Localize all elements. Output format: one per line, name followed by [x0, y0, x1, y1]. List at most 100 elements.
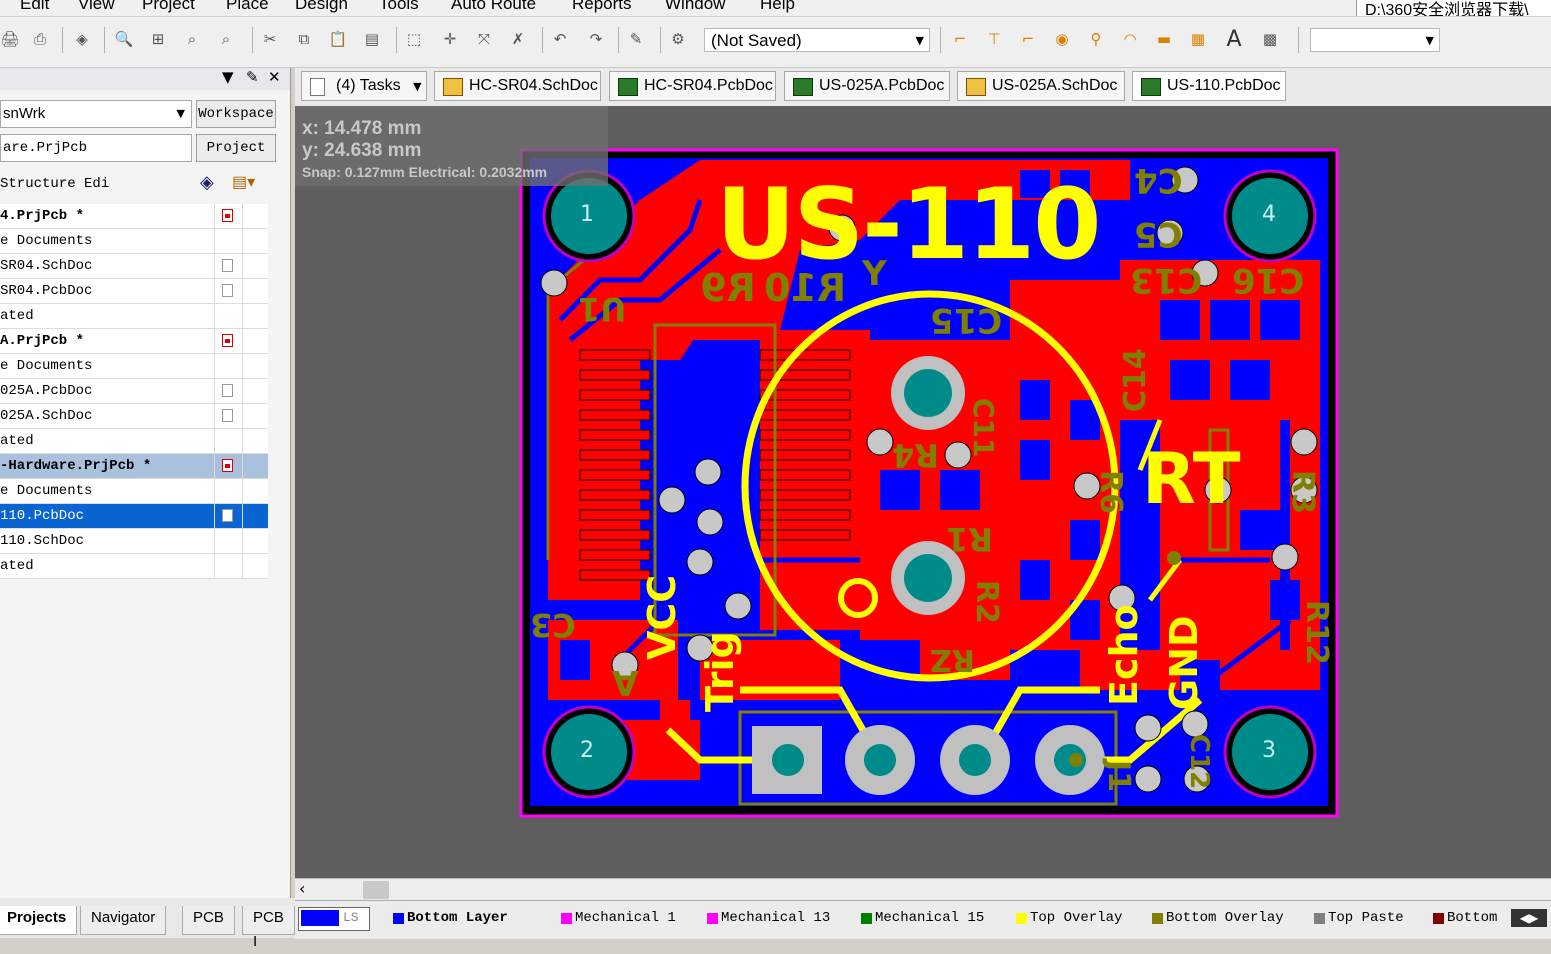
tab-navigator[interactable]: Navigator	[80, 906, 167, 935]
layer-name: Mechanical 15	[875, 910, 985, 926]
route-icon[interactable]: ⌐	[950, 29, 970, 49]
tree-item[interactable]: ated	[0, 429, 268, 454]
undo-icon[interactable]: ↶	[550, 29, 570, 49]
options-icon[interactable]: ▤▾	[232, 172, 255, 192]
tab-tasks[interactable]: (4) Tasks ▼	[301, 71, 427, 101]
tab-pcb[interactable]: PCB	[182, 906, 235, 935]
tree-item[interactable]: e Documents	[0, 229, 268, 254]
scroll-left-icon[interactable]: ‹	[299, 879, 305, 898]
via-icon[interactable]: ⚲	[1086, 29, 1106, 49]
layer-tab-mechanical-13[interactable]: Mechanical 13	[703, 903, 830, 933]
paste-icon[interactable]: 📋	[328, 29, 348, 49]
tree-item-label: ated	[0, 558, 34, 574]
pin-icon[interactable]: ✎	[246, 68, 259, 86]
arc-icon[interactable]: ◠	[1120, 29, 1140, 49]
horizontal-scrollbar[interactable]: ‹	[295, 878, 1551, 901]
array-icon[interactable]: ▩	[1260, 29, 1280, 49]
layer-tab-top-paste[interactable]: Top Paste	[1310, 903, 1404, 933]
design-canvas[interactable]	[295, 68, 1551, 878]
layers-icon[interactable]: ◈	[72, 29, 92, 49]
layer-swatch	[707, 913, 718, 924]
pad-icon[interactable]: ◉	[1052, 29, 1072, 49]
close-icon[interactable]: ✕	[268, 68, 281, 86]
tab-projects[interactable]: Projects	[0, 906, 78, 935]
tree-item-label: A.PrjPcb *	[0, 333, 85, 349]
layer-tab-mechanical-15[interactable]: Mechanical 15	[857, 903, 984, 933]
select-area-icon[interactable]: ⬚	[404, 29, 424, 49]
layer-name: Bottom Layer	[407, 910, 508, 926]
tree-item[interactable]: ated	[0, 304, 268, 329]
tree-item[interactable]: 025A.SchDoc	[0, 404, 268, 429]
menu-view[interactable]: View	[78, 0, 115, 14]
print-icon[interactable]: 🖨	[0, 29, 20, 49]
menu-reports[interactable]: Reports	[572, 0, 632, 14]
menu-project[interactable]: Project	[142, 0, 195, 14]
rubber-stamp-icon[interactable]: ▤	[362, 29, 382, 49]
workspace-field[interactable]: snWrk ▼	[0, 100, 192, 128]
layer-set-button[interactable]: LS	[298, 907, 370, 931]
zoom-select-icon[interactable]: ⌕	[182, 29, 202, 49]
tree-item[interactable]: A.PrjPcb *	[0, 329, 268, 354]
string-icon[interactable]: A	[1224, 27, 1244, 52]
cut-icon[interactable]: ✂	[260, 29, 280, 49]
toolbar: 🖨 ⎙ ◈ 🔍 ⊞ ⌕ ⌕ ✂ ⧉ 📋 ▤ ⬚ ✛ ⤧ ✗ ↶ ↷ ✎ ⚙ (N…	[0, 17, 1551, 68]
layer-tab-mechanical-1[interactable]: Mechanical 1	[557, 903, 676, 933]
tree-item[interactable]: SR04.PcbDoc	[0, 279, 268, 304]
zoom-area-icon[interactable]: ⊞	[148, 29, 168, 49]
tree-item[interactable]: 110.PcbDoc	[0, 504, 268, 529]
project-button[interactable]: Project	[196, 134, 276, 162]
diff-pair-icon[interactable]: ⊤	[984, 29, 1004, 49]
copy-icon[interactable]: ⧉	[294, 29, 314, 49]
layer-tab-bottom[interactable]: Bottom	[1429, 903, 1497, 933]
multi-route-icon[interactable]: ⌐	[1018, 29, 1038, 49]
menu-design[interactable]: Design	[295, 0, 348, 14]
tree-item[interactable]: SR04.SchDoc	[0, 254, 268, 279]
workspace-button[interactable]: Workspace	[196, 100, 276, 128]
tree-item[interactable]: -Hardware.PrjPcb *	[0, 454, 268, 479]
path-box[interactable]: D:\360安全浏览器下载\	[1356, 0, 1551, 16]
variant-combo[interactable]: (Not Saved) ▼	[704, 28, 930, 52]
tree-item[interactable]: e Documents	[0, 354, 268, 379]
menu-auto-route[interactable]: Auto Route	[451, 0, 536, 14]
tab-hc-sr04-schdoc[interactable]: HC-SR04.SchDoc	[434, 71, 601, 101]
menu-tools[interactable]: Tools	[379, 0, 419, 14]
tab-label: US-110.PcbDoc	[1167, 77, 1281, 94]
tree-item[interactable]: 110.SchDoc	[0, 529, 268, 554]
layer-tab-bottom-overlay[interactable]: Bottom Overlay	[1148, 903, 1284, 933]
tree-item[interactable]: 4.PrjPcb *	[0, 204, 268, 229]
layer-scroll-arrows-icon[interactable]: ◀▶	[1511, 909, 1547, 927]
component-icon[interactable]: ⚙	[668, 29, 688, 49]
tab-us-025a-pcbdoc[interactable]: US-025A.PcbDoc	[784, 71, 950, 101]
clear-icon[interactable]: ✗	[508, 29, 528, 49]
layer-tab-bottom-layer[interactable]: Bottom Layer	[389, 903, 508, 933]
tab-us-110-pcbdoc[interactable]: US-110.PcbDoc	[1132, 71, 1286, 101]
zoom-filter-icon[interactable]: ⌕	[216, 29, 236, 49]
move-icon[interactable]: ✛	[440, 29, 460, 49]
tree-item[interactable]: e Documents	[0, 479, 268, 504]
tab-hc-sr04-pcbdoc[interactable]: HC-SR04.PcbDoc	[609, 71, 776, 101]
tab-us-025a-schdoc[interactable]: US-025A.SchDoc	[957, 71, 1125, 101]
deselect-icon[interactable]: ⤧	[474, 29, 494, 49]
redo-icon[interactable]: ↷	[586, 29, 606, 49]
cross-probe-icon[interactable]: ✎	[626, 29, 646, 49]
tab-pcb-inspector[interactable]: PCB I	[242, 906, 295, 950]
structure-view-icon[interactable]: ◈	[200, 172, 214, 193]
tree-item[interactable]: ated	[0, 554, 268, 579]
menu-edit[interactable]: Edit	[20, 0, 49, 14]
layer-tab-top-overlay[interactable]: Top Overlay	[1012, 903, 1122, 933]
menu-place[interactable]: Place	[226, 0, 269, 14]
project-field[interactable]: are.PrjPcb	[0, 134, 192, 162]
polygon-icon[interactable]: ▦	[1188, 29, 1208, 49]
fill-icon[interactable]: ▬	[1154, 29, 1174, 49]
tree-item-label: SR04.SchDoc	[0, 258, 93, 274]
scroll-thumb[interactable]	[363, 881, 389, 899]
print-preview-icon[interactable]: ⎙	[30, 29, 50, 49]
tree-item[interactable]: 025A.PcbDoc	[0, 379, 268, 404]
menu-window[interactable]: Window	[665, 0, 725, 14]
panel-menu-icon[interactable]: ▼	[222, 68, 234, 86]
filter-combo[interactable]: ▼	[1310, 28, 1440, 52]
menu-help[interactable]: Help	[760, 0, 795, 14]
tree-item-label: 110.PcbDoc	[0, 508, 85, 524]
zoom-fit-icon[interactable]: 🔍	[114, 29, 134, 49]
tree-item-label: 025A.SchDoc	[0, 408, 93, 424]
